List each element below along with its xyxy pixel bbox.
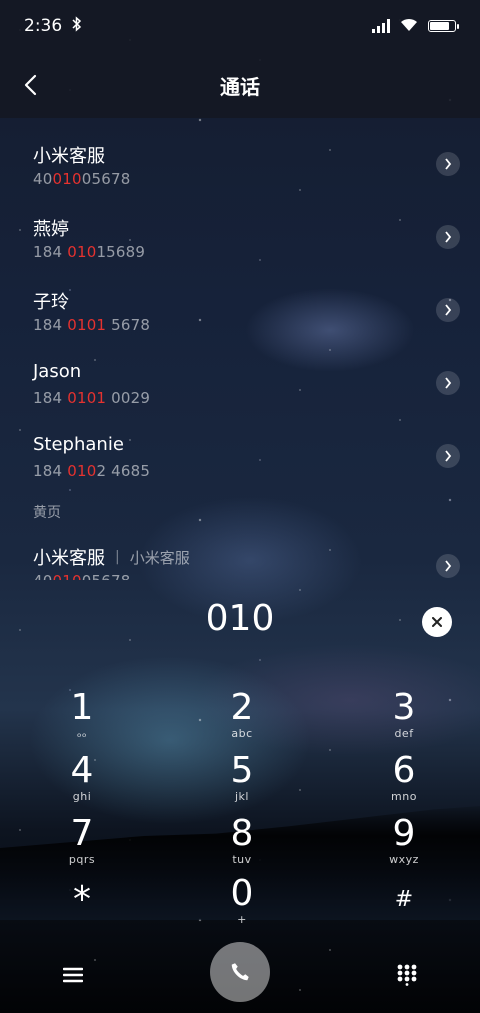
contact-row[interactable]: 子玲 184 0101 5678 (0, 274, 480, 347)
chevron-right-icon (445, 450, 452, 462)
bluetooth-icon (72, 15, 82, 37)
chevron-right-icon (445, 377, 452, 389)
back-button[interactable] (12, 67, 48, 103)
key-0[interactable]: 0 + (182, 874, 302, 936)
yellow-page-desc: 小米客服 (129, 548, 190, 567)
contact-row[interactable]: 小米客服 4001005678 (0, 128, 480, 201)
battery-icon (428, 20, 459, 32)
contact-row[interactable]: Jason 184 0101 0029 (0, 347, 480, 420)
key-2[interactable]: 2 abc (182, 688, 302, 750)
clear-icon (432, 617, 442, 627)
contact-detail-button[interactable] (436, 444, 460, 468)
signal-icon (372, 19, 390, 33)
contact-name: 子玲 (33, 292, 69, 313)
yellow-page-row[interactable]: 小米客服 | 小米客服 4001005678 (0, 530, 480, 580)
keypad-icon (397, 964, 417, 986)
call-button[interactable] (210, 942, 270, 1002)
key-1[interactable]: 1 ₒₒ (22, 688, 142, 750)
contact-detail-button[interactable] (436, 298, 460, 322)
clear-button[interactable] (422, 607, 452, 637)
contact-number: 184 0102 4685 (33, 462, 151, 480)
menu-button[interactable] (58, 960, 88, 990)
contact-detail-button[interactable] (436, 225, 460, 249)
contact-name: Jason (33, 361, 82, 382)
page-title: 通话 (220, 74, 260, 99)
contact-detail-button[interactable] (436, 371, 460, 395)
contact-detail-button[interactable] (436, 152, 460, 176)
contact-name: 小米客服 (33, 146, 105, 167)
contact-number: 184 0101 5678 (33, 316, 151, 334)
phone-icon (231, 963, 249, 981)
key-4[interactable]: 4 ghi (22, 751, 142, 813)
chevron-right-icon (445, 231, 452, 243)
yellow-page-entry: 小米客服 | 小米客服 (33, 544, 190, 570)
bottom-bar (0, 940, 480, 1013)
separator: | (115, 549, 120, 565)
contact-name: 燕婷 (33, 219, 69, 240)
chevron-right-icon (445, 560, 452, 572)
keypad-toggle-button[interactable] (392, 960, 422, 990)
voicemail-icon: ₒₒ (76, 727, 88, 740)
key-8[interactable]: 8 tuv (182, 814, 302, 876)
menu-icon (63, 967, 83, 983)
key-5[interactable]: 5 jkl (182, 751, 302, 813)
search-results: 小米客服 4001005678 燕婷 184 01015689 子玲 184 0… (0, 118, 480, 580)
section-label-yellow-pages: 黄页 (33, 505, 61, 521)
contact-row[interactable]: Stephanie 184 0102 4685 (0, 420, 480, 493)
contact-name: Stephanie (33, 434, 124, 455)
chevron-right-icon (445, 158, 452, 170)
yellow-page-name: 小米客服 (33, 548, 105, 569)
app-header: 通话 (0, 52, 480, 118)
status-time: 2:36 (24, 16, 63, 36)
dial-input[interactable]: 010 (0, 598, 480, 652)
back-arrow-icon (24, 74, 37, 96)
yellow-page-detail-button[interactable] (436, 554, 460, 578)
contact-row[interactable]: 燕婷 184 01015689 (0, 201, 480, 274)
contact-number: 4001005678 (33, 170, 131, 188)
wifi-icon (400, 17, 418, 36)
contact-number: 184 0101 0029 (33, 389, 151, 407)
yellow-page-number: 4001005678 (33, 572, 130, 580)
key-9[interactable]: 9 wxyz (344, 814, 464, 876)
key-hash[interactable]: # (344, 880, 464, 942)
chevron-right-icon (445, 304, 452, 316)
key-7[interactable]: 7 pqrs (22, 814, 142, 876)
key-3[interactable]: 3 def (344, 688, 464, 750)
key-star[interactable]: * (22, 880, 142, 942)
status-bar: 2:36 (0, 0, 480, 52)
contact-number: 184 01015689 (33, 243, 146, 261)
key-6[interactable]: 6 mno (344, 751, 464, 813)
